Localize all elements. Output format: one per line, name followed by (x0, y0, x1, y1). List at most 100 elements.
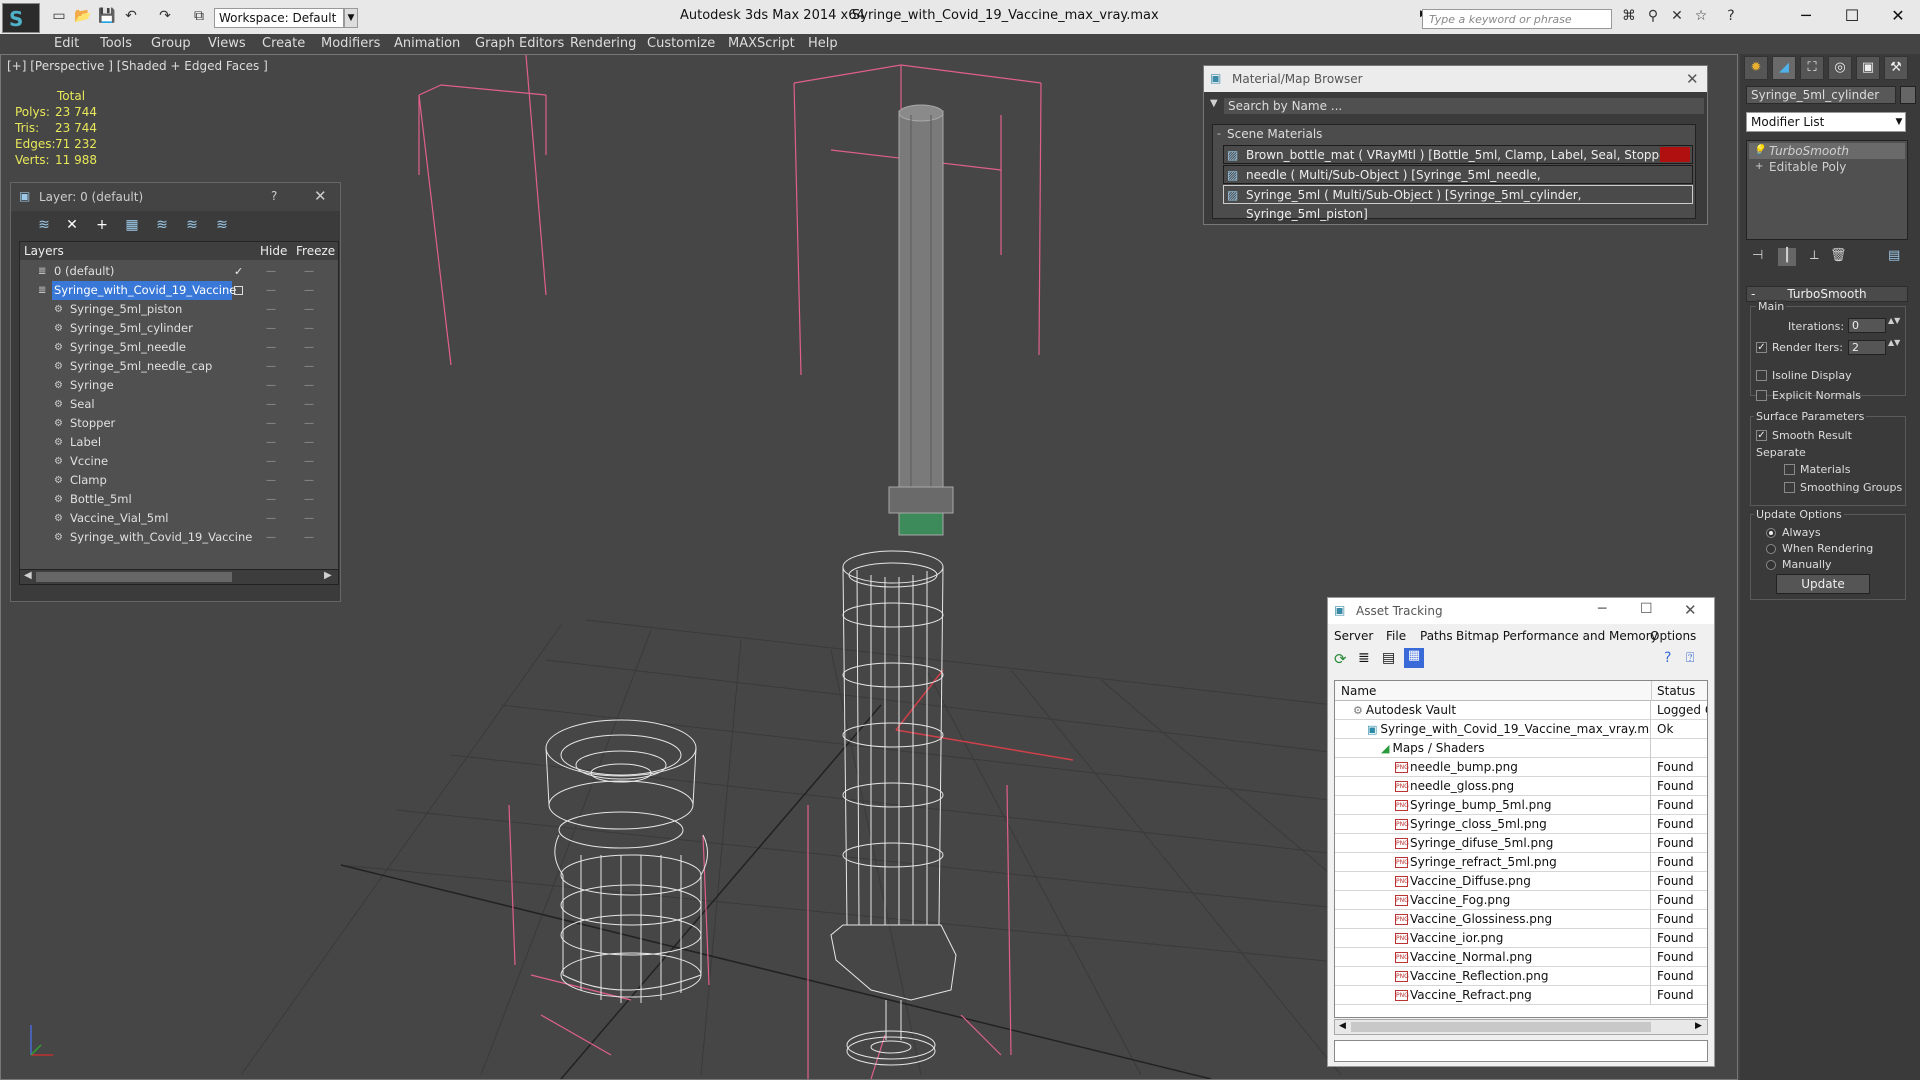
hide-toggle[interactable]: — (266, 490, 276, 509)
new-file-icon[interactable]: ▭ (50, 8, 68, 24)
layer-object-row[interactable]: ⚙ Syringe — — (20, 376, 338, 395)
asset-row[interactable]: ⚙Autodesk Vault Logged Ou (1335, 701, 1707, 720)
freeze-all-icon[interactable]: ≋ (211, 215, 233, 235)
refresh-icon[interactable]: ⟳ (1334, 650, 1347, 668)
freeze-toggle[interactable]: — (304, 281, 314, 300)
subscription-icon[interactable]: ⚲ (1644, 8, 1662, 24)
hide-toggle[interactable]: — (266, 509, 276, 528)
asset-row[interactable]: PNGSyringe_difuse_5ml.png Found (1335, 834, 1707, 853)
add-to-layer-icon[interactable]: + (91, 215, 113, 235)
modifier-list-dropdown[interactable]: Modifier List (1746, 112, 1906, 132)
layer-window-header[interactable]: ▣ Layer: 0 (default) ? ✕ (11, 183, 340, 211)
layer-object-row[interactable]: ⚙ Vccine — — (20, 452, 338, 471)
separate-smoothing-groups-checkbox[interactable] (1784, 482, 1795, 493)
display-tab-icon[interactable]: ▣ (1856, 56, 1880, 80)
keyword-search-input[interactable]: Type a keyword or phrase (1422, 9, 1612, 29)
menu-maxscript[interactable]: MAXScript (728, 34, 795, 54)
current-layer-check-icon[interactable]: ✓ (234, 262, 243, 281)
expand-plus-icon[interactable]: + (1755, 159, 1763, 175)
menu-file[interactable]: File (1386, 629, 1406, 643)
minimize-icon[interactable]: ─ (1786, 6, 1826, 25)
menu-graph-editors[interactable]: Graph Editors (475, 34, 564, 54)
menu-help[interactable]: Help (808, 34, 838, 54)
update-always-radio[interactable] (1766, 528, 1776, 538)
undo-icon[interactable]: ↶ (122, 8, 140, 24)
remove-modifier-icon[interactable]: 🗑 (1830, 248, 1847, 263)
hide-toggle[interactable]: — (266, 338, 276, 357)
hierarchy-tab-icon[interactable]: ⛶ (1800, 56, 1824, 80)
iterations-spinner[interactable]: 0 (1848, 318, 1886, 333)
column-name[interactable]: Name (1341, 684, 1376, 698)
freeze-toggle[interactable]: — (304, 395, 314, 414)
asset-row[interactable]: PNGVaccine_Fog.png Found (1335, 891, 1707, 910)
smooth-result-checkbox[interactable]: ✓ (1756, 430, 1767, 441)
motion-tab-icon[interactable]: ◎ (1828, 56, 1852, 80)
project-folder-icon[interactable]: ⧉ (190, 8, 208, 24)
hide-toggle[interactable]: — (266, 262, 276, 281)
layer-object-row[interactable]: ⚙ Stopper — — (20, 414, 338, 433)
favorites-star-icon[interactable]: ☆ (1692, 8, 1710, 24)
asset-row[interactable]: PNGVaccine_Reflection.png Found (1335, 967, 1707, 986)
chevron-down-icon[interactable]: ▼ (1892, 112, 1906, 132)
freeze-toggle[interactable]: — (304, 452, 314, 471)
layer-object-row[interactable]: ⚙ Syringe_5ml_piston — — (20, 300, 338, 319)
separate-materials-checkbox[interactable] (1784, 464, 1795, 475)
hide-toggle[interactable]: — (266, 433, 276, 452)
freeze-toggle[interactable]: — (304, 509, 314, 528)
asset-row[interactable]: ▣ Syringe_with_Covid_19_Vaccine_max_vray.… (1335, 720, 1707, 739)
hide-toggle[interactable]: — (266, 357, 276, 376)
layer-object-row[interactable]: ⚙ Syringe_with_Covid_19_Vaccine — — (20, 528, 338, 547)
freeze-toggle[interactable]: — (304, 357, 314, 376)
make-unique-icon[interactable]: ⟂ (1810, 248, 1819, 263)
freeze-toggle[interactable]: — (304, 414, 314, 433)
communication-icon[interactable]: ✕ (1668, 8, 1686, 24)
freeze-toggle[interactable]: — (304, 300, 314, 319)
asset-row[interactable]: PNGSyringe_refract_5ml.png Found (1335, 853, 1707, 872)
scroll-left-icon[interactable]: ◀ (1339, 1021, 1346, 1031)
asset-row[interactable]: PNGVaccine_Diffuse.png Found (1335, 872, 1707, 891)
save-file-icon[interactable]: 💾 (98, 8, 116, 24)
menu-group[interactable]: Group (151, 34, 191, 54)
show-end-result-icon[interactable]: ┃ (1778, 248, 1796, 266)
close-icon[interactable]: ✕ (1686, 70, 1699, 88)
table-view-icon[interactable]: ▦ (1404, 648, 1424, 668)
freeze-toggle[interactable]: — (304, 319, 314, 338)
menu-bitmap-performance[interactable]: Bitmap Performance and Memory (1456, 629, 1658, 643)
freeze-toggle[interactable]: — (304, 433, 314, 452)
layer-object-row[interactable]: ⚙ Label — — (20, 433, 338, 452)
menu-create[interactable]: Create (262, 34, 305, 54)
collapse-icon[interactable]: - (1217, 127, 1221, 140)
hide-toggle[interactable]: — (266, 281, 276, 300)
asset-row[interactable]: PNGneedle_bump.png Found (1335, 758, 1707, 777)
freeze-toggle[interactable]: — (304, 376, 314, 395)
explicit-normals-checkbox[interactable] (1756, 390, 1767, 401)
material-row[interactable]: ▨ needle ( Multi/Sub-Object ) [Syringe_5… (1223, 165, 1693, 201)
set-current-layer-icon[interactable] (234, 286, 243, 295)
menu-views[interactable]: Views (208, 34, 246, 54)
scene-materials-section[interactable]: Scene Materials (1227, 127, 1322, 141)
viewport-label[interactable]: [+] [Perspective ] [Shaded + Edged Faces… (7, 59, 268, 73)
layer-object-row[interactable]: ⚙ Syringe_5ml_needle — — (20, 338, 338, 357)
asset-horizontal-scrollbar[interactable]: ◀ ▶ (1334, 1019, 1708, 1035)
asset-tracking-header[interactable]: ▣ Asset Tracking ─ ☐ ✕ (1328, 598, 1714, 624)
list-view-icon[interactable]: ≣ (1358, 650, 1370, 666)
layer-object-row[interactable]: ⚙ Vaccine_Vial_5ml — — (20, 509, 338, 528)
freeze-toggle[interactable]: — (304, 338, 314, 357)
menu-tools[interactable]: Tools (100, 34, 132, 54)
column-status[interactable]: Status (1657, 684, 1695, 698)
menu-rendering[interactable]: Rendering (570, 34, 636, 54)
scroll-left-icon[interactable]: ◀ (24, 570, 32, 581)
close-icon[interactable]: ✕ (314, 187, 327, 205)
redo-icon[interactable]: ↷ (156, 8, 174, 24)
menu-animation[interactable]: Animation (394, 34, 460, 54)
minimize-icon[interactable]: ─ (1598, 601, 1606, 617)
material-browser-header[interactable]: ▣ Material/Map Browser ✕ (1204, 66, 1707, 92)
layer-object-row[interactable]: ⚙ Bottle_5ml — — (20, 490, 338, 509)
asset-row[interactable]: ◢ Maps / Shaders (1335, 739, 1707, 758)
hide-toggle[interactable]: — (266, 471, 276, 490)
freeze-toggle[interactable]: — (304, 262, 314, 281)
layer-horizontal-scrollbar[interactable]: ◀ ▶ (19, 569, 339, 585)
freeze-toggle[interactable]: — (304, 471, 314, 490)
open-file-icon[interactable]: 📂 (74, 8, 92, 24)
pin-stack-icon[interactable]: ⊣ (1752, 248, 1763, 263)
